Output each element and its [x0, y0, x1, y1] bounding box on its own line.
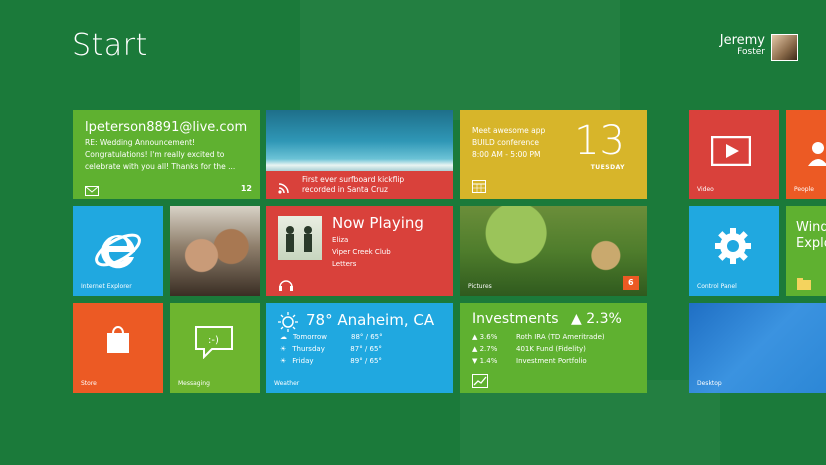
investment-row: ▼ 1.4% Investment Portfolio [472, 357, 587, 365]
calendar-event-time: 8:00 AM - 5:00 PM [472, 150, 541, 159]
pictures-count-badge: 6 [623, 276, 639, 290]
pictures-count: 6 [628, 278, 634, 287]
forecast-temps: 87° / 65° [350, 345, 382, 353]
investments-header: Investments ▲ 2.3% [472, 311, 622, 327]
news-caption-line: First ever surfboard kickflip [302, 175, 405, 184]
calendar-day-number: 13 [574, 118, 625, 164]
chart-trend-icon [472, 373, 488, 388]
user-account[interactable]: Jeremy Foster [720, 34, 798, 61]
investment-row: ▲ 3.6% Roth IRA (TD Ameritrade) [472, 333, 605, 341]
internet-explorer-tile[interactable]: Internet Explorer [73, 206, 163, 296]
sun-icon [278, 312, 298, 332]
background-shape [300, 0, 620, 120]
people-photo-tile[interactable] [170, 206, 260, 296]
mail-tile[interactable]: lpeterson8891@live.com RE: Wedding Annou… [73, 110, 260, 199]
windows-explorer-tile[interactable]: Windo Explo [786, 206, 826, 296]
forecast-day: Thursday [292, 345, 325, 353]
gear-icon [713, 226, 753, 266]
mail-preview-line: Congratulations! I'm really excited to [85, 150, 225, 159]
pictures-tile[interactable]: Pictures 6 [460, 206, 647, 296]
shopping-bag-icon [104, 325, 132, 355]
video-tile[interactable]: Video [689, 110, 779, 199]
now-playing-album: Viper Creek Club [332, 248, 391, 256]
weather-forecast-row: ☀ Thursday 87° / 65° [280, 345, 382, 353]
calendar-event-location: BUILD conference [472, 138, 539, 147]
weather-label: Weather [274, 380, 300, 387]
weather-tile[interactable]: 78° Anaheim, CA ☁ Tomorrow 88° / 65° ☀ T… [266, 303, 453, 393]
pictures-label: Pictures [468, 283, 492, 290]
weather-forecast-row: ☀ Friday 89° / 65° [280, 357, 382, 365]
messaging-label: Messaging [178, 380, 210, 387]
mail-unread-count: 12 [240, 184, 252, 193]
mail-from: lpeterson8891@live.com [85, 120, 248, 135]
mail-preview-line: celebrate with you all! Thanks for the .… [85, 162, 236, 171]
control-panel-tile[interactable]: Control Panel [689, 206, 779, 296]
desktop-label: Desktop [697, 380, 722, 387]
investment-change: ▲ 2.7% [472, 345, 498, 353]
weather-forecast-row: ☁ Tomorrow 88° / 65° [280, 333, 383, 341]
forecast-temps: 88° / 65° [351, 333, 383, 341]
headphones-icon [278, 276, 294, 291]
calendar-day-name: TUESDAY [590, 164, 625, 171]
investments-tile[interactable]: Investments ▲ 2.3% ▲ 3.6% Roth IRA (TD A… [460, 303, 647, 393]
forecast-day: Tomorrow [293, 333, 327, 341]
now-playing-artist: Eliza [332, 236, 349, 244]
sun-small-icon: ☀ [280, 345, 287, 353]
investment-name: Investment Portfolio [516, 357, 587, 365]
investment-change: ▼ 1.4% [472, 357, 498, 365]
store-label: Store [81, 380, 97, 387]
internet-explorer-label: Internet Explorer [81, 283, 132, 290]
video-play-icon [710, 135, 752, 167]
video-label: Video [697, 186, 714, 193]
now-playing-tile[interactable]: Now Playing Eliza Viper Creek Club Lette… [266, 206, 453, 296]
mail-icon [85, 181, 99, 196]
avatar[interactable] [771, 34, 798, 61]
album-art [278, 216, 322, 260]
folder-icon [796, 276, 812, 290]
forecast-temps: 89° / 65° [350, 357, 382, 365]
cloud-icon: ☁ [280, 333, 287, 341]
messaging-tile[interactable]: :-) Messaging [170, 303, 260, 393]
start-title: Start [72, 28, 148, 63]
windows-explorer-line: Windo [796, 220, 826, 235]
forecast-day: Friday [292, 357, 314, 365]
investment-name: 401K Fund (Fidelity) [516, 345, 586, 353]
sun-small-icon: ☀ [280, 357, 287, 365]
weather-headline: 78° Anaheim, CA [306, 311, 435, 329]
speech-bubble-icon: :-) [194, 325, 234, 360]
couple-photo [170, 206, 260, 296]
calendar-icon [472, 178, 486, 193]
people-tile[interactable]: People [786, 110, 826, 199]
control-panel-label: Control Panel [697, 283, 737, 290]
windows-explorer-line: Explo [796, 236, 826, 251]
svg-text::-): :-) [208, 335, 219, 346]
person-icon [806, 140, 826, 166]
internet-explorer-icon [93, 224, 143, 274]
news-caption-bar: First ever surfboard kickflip recorded i… [266, 171, 453, 199]
desktop-tile[interactable]: Desktop [689, 303, 826, 393]
investments-title: Investments [472, 311, 559, 327]
mail-subject: RE: Wedding Announcement! [85, 138, 196, 147]
calendar-tile[interactable]: Meet awesome app BUILD conference 8:00 A… [460, 110, 647, 199]
user-first-name: Jeremy [719, 33, 765, 48]
now-playing-track: Letters [332, 260, 357, 268]
rss-icon [278, 179, 290, 194]
people-label: People [794, 186, 814, 193]
user-last-name: Foster [737, 46, 765, 57]
store-tile[interactable]: Store [73, 303, 163, 393]
investment-row: ▲ 2.7% 401K Fund (Fidelity) [472, 345, 586, 353]
news-caption-line: recorded in Santa Cruz [302, 185, 388, 194]
now-playing-title: Now Playing [332, 214, 424, 232]
investment-change: ▲ 3.6% [472, 333, 498, 341]
calendar-event-title: Meet awesome app [472, 126, 546, 135]
investments-change: ▲ 2.3% [571, 311, 622, 327]
investment-name: Roth IRA (TD Ameritrade) [516, 333, 605, 341]
photo-news-tile[interactable]: First ever surfboard kickflip recorded i… [266, 110, 453, 199]
